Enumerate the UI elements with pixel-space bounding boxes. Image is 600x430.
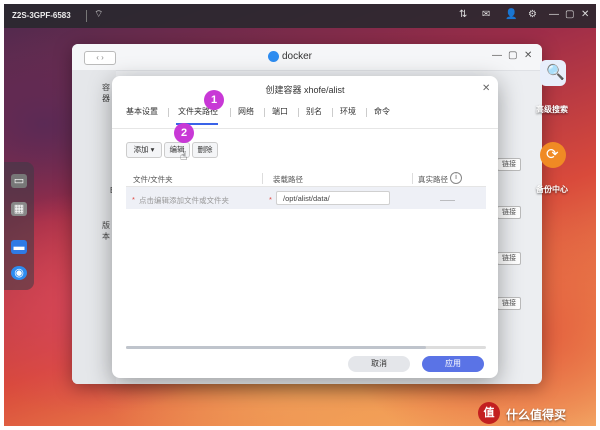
column-header-mount-path: 装载路径 (273, 175, 303, 184)
user-icon[interactable]: 👤 (505, 9, 517, 20)
top-bar: Z2S-3GPF-6583 ⌔ ⇅ ✉ 👤 ⚙ — ▢ ✕ (4, 4, 596, 28)
docker-icon[interactable]: ◉ (11, 266, 27, 280)
tab-basic-settings[interactable]: 基本设置 (126, 106, 158, 117)
backup-center-label[interactable]: 备份中心 (536, 184, 568, 195)
tab-port[interactable]: 端口 (272, 106, 288, 117)
apps-icon[interactable]: ▦ (11, 202, 27, 216)
advanced-search-label[interactable]: 高级搜索 (536, 104, 568, 115)
tab-alias[interactable]: 别名 (306, 106, 322, 117)
close-icon[interactable]: ✕ (482, 83, 490, 94)
close-icon[interactable]: ✕ (524, 50, 532, 61)
wifi-icon[interactable]: ⌔ (94, 8, 103, 21)
tab-divider (366, 108, 367, 117)
backup-center-icon[interactable]: ⟳ (540, 142, 566, 168)
docker-window-header: ‹ › docker — ▢ ✕ (72, 44, 542, 71)
step-2-badge: 2 (174, 123, 194, 143)
tab-divider (298, 108, 299, 117)
tab-network[interactable]: 网络 (238, 106, 254, 117)
minimize-icon[interactable]: — (492, 50, 502, 61)
tab-divider (230, 108, 231, 117)
delete-button[interactable]: 删除 (192, 142, 218, 158)
mouse-cursor-icon: ☝ (180, 149, 188, 163)
message-icon[interactable]: ✉ (482, 9, 490, 20)
maximize-icon[interactable]: ▢ (508, 50, 517, 61)
link-button[interactable]: 链接 (497, 158, 521, 171)
info-icon[interactable]: i (450, 172, 462, 184)
watermark-logo: 值 (478, 402, 500, 424)
link-button[interactable]: 链接 (497, 206, 521, 219)
create-container-dialog: 创建容器 xhofe/alist ✕ 基本设置 文件夹路径 网络 端口 别名 环… (112, 76, 498, 378)
advanced-search-icon[interactable]: 🔍 (540, 60, 566, 86)
file-placeholder[interactable]: 点击编辑添加文件或文件夹 (139, 195, 229, 206)
watermark: 值 什么值得买 (478, 402, 596, 426)
link-button[interactable]: 链接 (497, 297, 521, 310)
watermark-text: 什么值得买 (506, 408, 567, 422)
left-dock: ▭ ▦ ▬ ◉ (4, 162, 34, 290)
column-header-real-path: 真实路径 (418, 175, 448, 184)
mount-path-input[interactable]: /opt/alist/data/ (276, 191, 390, 205)
device-name: Z2S-3GPF-6583 (12, 11, 71, 20)
maximize-icon[interactable]: ▢ (565, 9, 574, 20)
tab-divider (168, 108, 169, 117)
required-marker: * (132, 195, 135, 204)
tab-divider (332, 108, 333, 117)
desktop: Z2S-3GPF-6583 ⌔ ⇅ ✉ 👤 ⚙ — ▢ ✕ ▭ ▦ ▬ ◉ ‹ … (4, 4, 596, 426)
add-dropdown-button[interactable]: 添加 ▾ (126, 142, 162, 158)
gear-icon[interactable]: ⚙ (528, 9, 537, 20)
window-title: docker (282, 51, 313, 62)
cancel-button[interactable]: 取消 (348, 356, 410, 372)
real-path-value: —— (440, 195, 455, 204)
dialog-title: 创建容器 xhofe/alist (265, 85, 345, 95)
column-header-file: 文件/文件夹 (133, 175, 173, 184)
sort-icon[interactable]: ⇅ (459, 9, 467, 20)
apply-button[interactable]: 应用 (422, 356, 484, 372)
close-icon[interactable]: ✕ (581, 9, 589, 20)
tab-divider-line (112, 128, 498, 129)
tab-command[interactable]: 命令 (374, 106, 390, 117)
required-marker: * (269, 195, 272, 204)
column-divider (262, 173, 263, 184)
column-divider (412, 173, 413, 184)
link-button[interactable]: 链接 (497, 252, 521, 265)
docker-logo-icon (268, 51, 279, 62)
chevron-down-icon: ▾ (150, 145, 155, 154)
minimize-icon[interactable]: — (549, 9, 559, 20)
back-forward-button[interactable]: ‹ › (84, 51, 116, 65)
tab-environment[interactable]: 环境 (340, 106, 356, 117)
folder-icon[interactable]: ▬ (11, 240, 27, 254)
scrollbar-thumb[interactable] (126, 346, 426, 349)
drive-icon[interactable]: ▭ (11, 174, 27, 188)
tab-divider (264, 108, 265, 117)
step-1-badge: 1 (204, 90, 224, 110)
docker-sidebar: 容器 E 版本 (72, 70, 116, 384)
horizontal-scrollbar[interactable] (126, 346, 486, 349)
add-label: 添加 (133, 145, 149, 154)
divider (86, 10, 87, 22)
